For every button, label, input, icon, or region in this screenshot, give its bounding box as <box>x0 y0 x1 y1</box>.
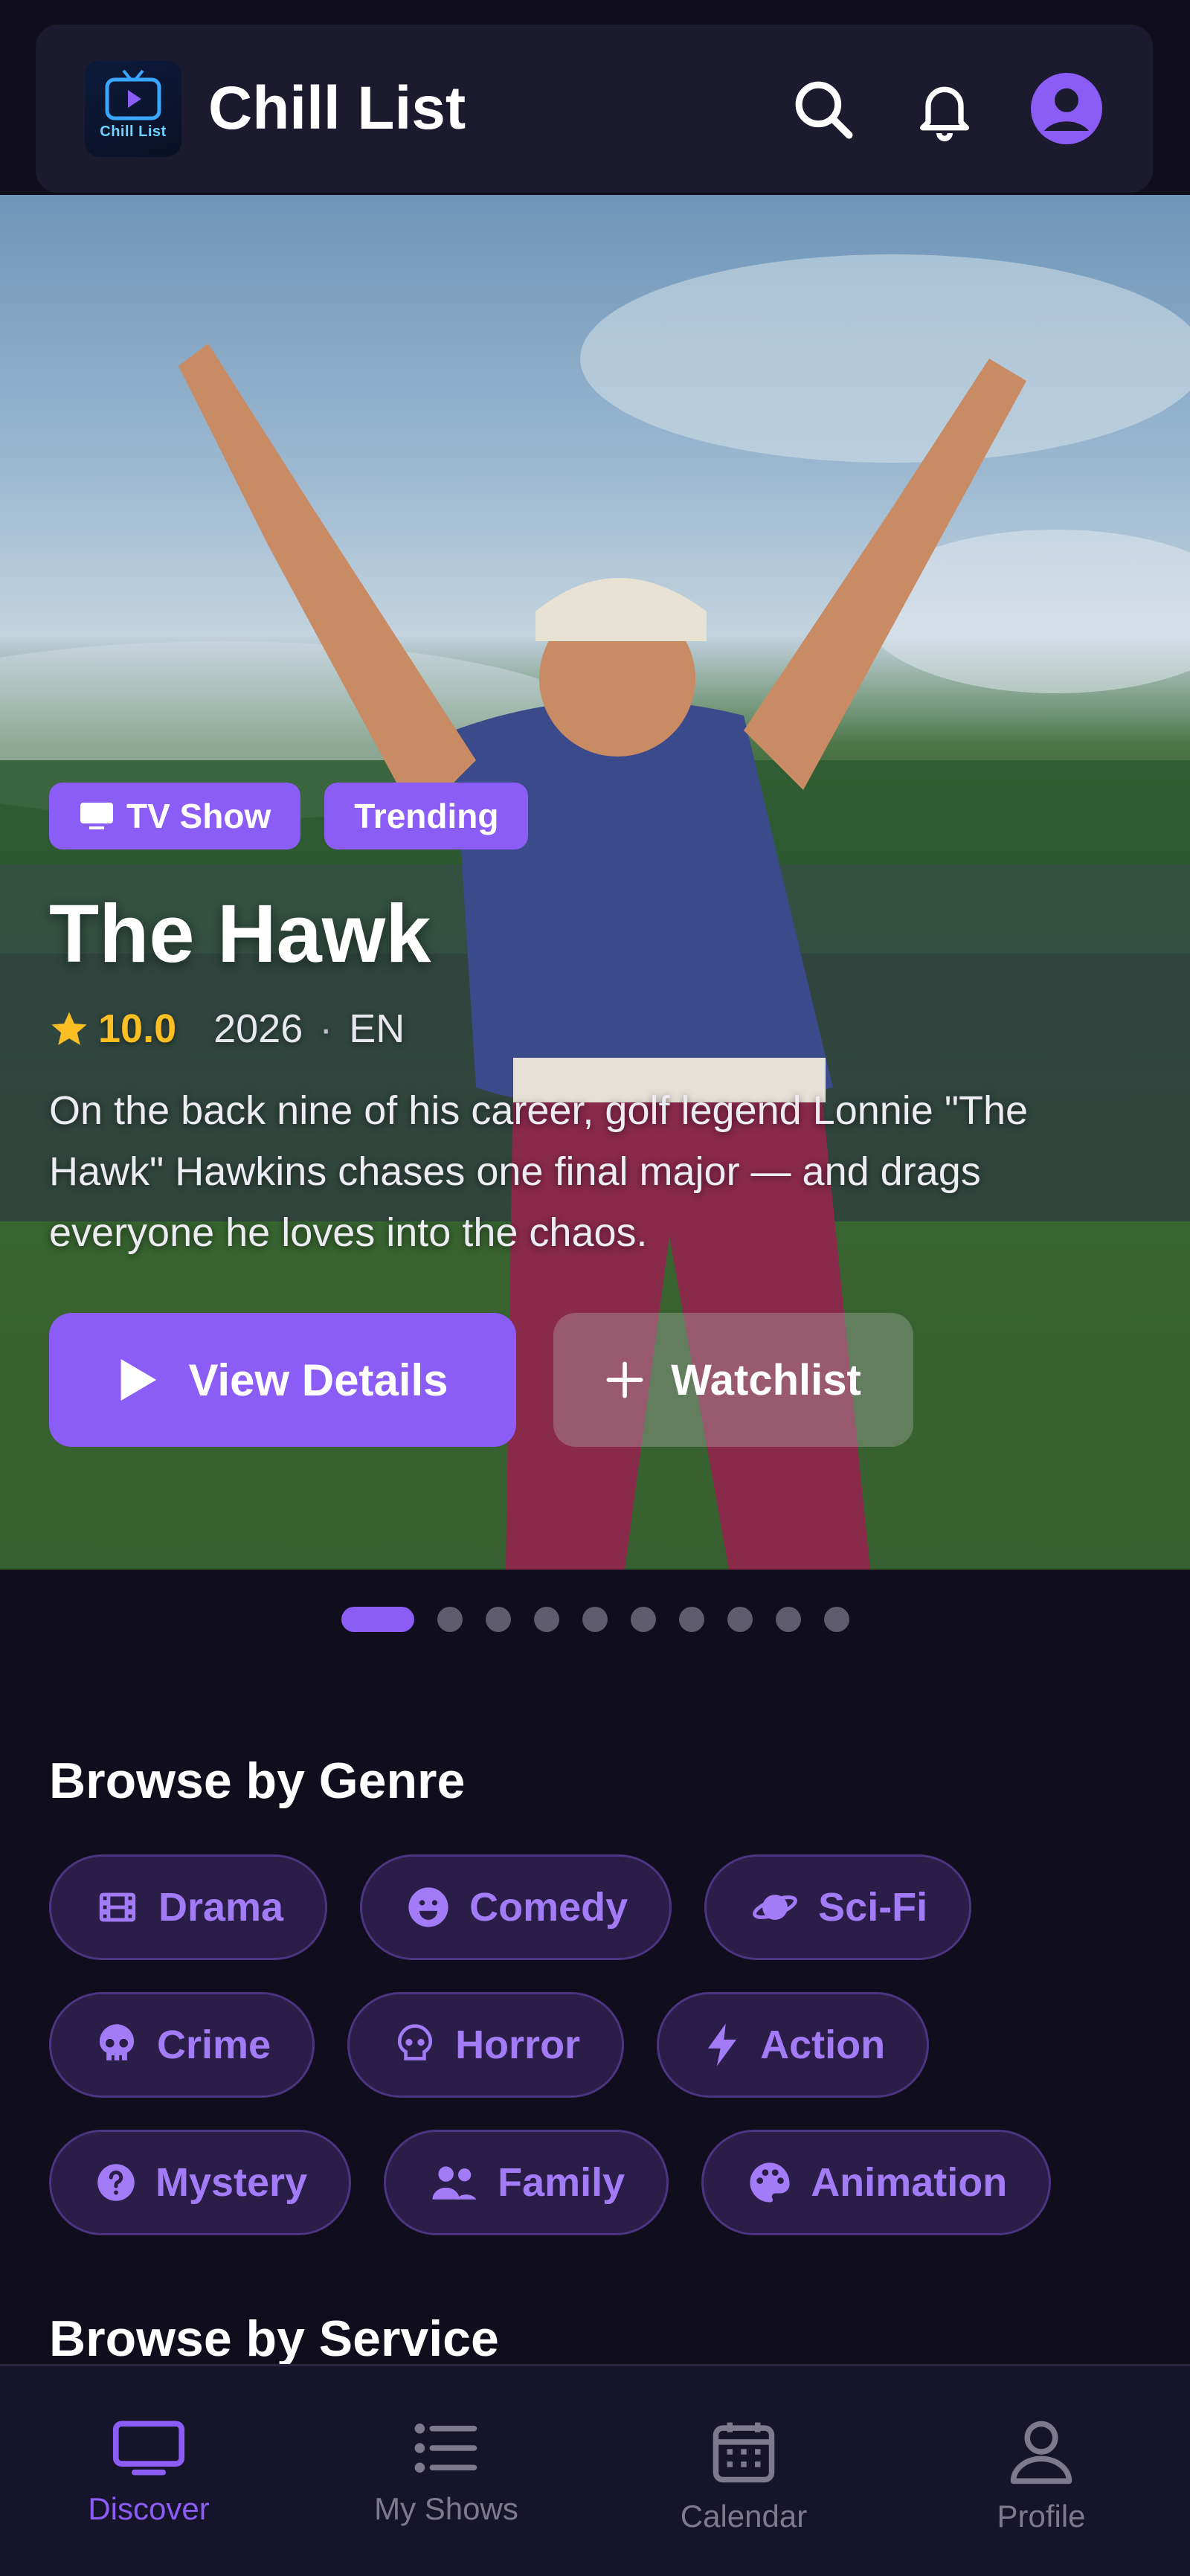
carousel-indicator <box>0 1607 1190 1632</box>
genre-row-1: Drama Comedy Sci-Fi <box>49 1854 972 1960</box>
smile-icon <box>408 1887 448 1927</box>
browse-by-service-title: Browse by Service <box>49 2310 499 2367</box>
carousel-dot[interactable] <box>678 1607 704 1632</box>
bolt-icon <box>708 2023 737 2066</box>
nav-discover[interactable]: Discover <box>37 2418 260 2527</box>
watchlist-label: Watchlist <box>671 1355 861 1404</box>
hero-actions: View Details Watchlist <box>49 1313 913 1447</box>
skull-icon <box>99 2024 135 2061</box>
plus-icon <box>606 1361 643 1398</box>
carousel-dot[interactable] <box>437 1607 463 1632</box>
release-year: 2026 <box>213 1006 303 1051</box>
carousel-dot[interactable] <box>823 1607 849 1632</box>
people-icon <box>432 2166 477 2200</box>
question-icon <box>97 2164 135 2201</box>
header-actions <box>785 71 1104 146</box>
film-icon <box>99 1892 136 1922</box>
nav-label: Calendar <box>680 2499 808 2534</box>
carousel-dot[interactable] <box>775 1607 801 1632</box>
hero-title: The Hawk <box>49 888 431 980</box>
genre-chip-drama[interactable]: Drama <box>49 1854 328 1960</box>
nav-label: Discover <box>88 2491 210 2526</box>
search-icon <box>795 81 853 139</box>
genre-row-2: Crime Horror Action <box>49 1992 930 2098</box>
carousel-dot[interactable] <box>630 1607 656 1632</box>
rating-value: 10.0 <box>98 1006 177 1051</box>
app-header: Chill List Chill List <box>36 25 1153 193</box>
nav-profile[interactable]: Profile <box>930 2418 1153 2534</box>
genre-label: Comedy <box>469 1885 628 1930</box>
notifications-button[interactable] <box>907 71 982 146</box>
bell-icon <box>920 86 969 141</box>
badge-trending: Trending <box>324 783 529 849</box>
calendar-icon <box>713 2422 775 2483</box>
badge-label: Trending <box>354 797 499 835</box>
hero-badges: TV Show Trending <box>49 783 529 849</box>
meta-separator: · <box>319 1006 333 1051</box>
bottom-navigation: Discover My Shows Calendar Profile <box>0 2364 1190 2576</box>
genre-chip-animation[interactable]: Animation <box>701 2130 1052 2235</box>
play-icon <box>121 1359 157 1401</box>
genre-chip-mystery[interactable]: Mystery <box>49 2130 352 2235</box>
genre-chip-family[interactable]: Family <box>384 2130 669 2235</box>
view-details-label: View Details <box>188 1355 448 1405</box>
carousel-dot[interactable] <box>533 1607 559 1632</box>
carousel-dot[interactable] <box>582 1607 608 1632</box>
genre-row-3: Mystery Family Animation <box>49 2130 1052 2235</box>
skull-outline-icon <box>397 2024 433 2061</box>
genre-chip-sci-fi[interactable]: Sci-Fi <box>704 1854 972 1960</box>
badge-label: TV Show <box>126 797 271 835</box>
genre-label: Mystery <box>155 2160 308 2205</box>
logo-tv-icon <box>105 69 161 121</box>
nav-label: My Shows <box>374 2491 518 2526</box>
logo-text: Chill List <box>100 123 167 140</box>
genre-label: Horror <box>455 2023 581 2067</box>
genre-chip-horror[interactable]: Horror <box>347 1992 625 2098</box>
rating: 10.0 <box>49 1006 176 1052</box>
app-logo[interactable]: Chill List <box>85 60 181 157</box>
genre-label: Animation <box>811 2160 1008 2205</box>
genre-label: Crime <box>157 2023 271 2067</box>
nav-calendar[interactable]: Calendar <box>632 2418 855 2534</box>
user-avatar-icon <box>1031 73 1102 144</box>
hero-banner[interactable]: TV Show Trending The Hawk 10.0 2026 · EN… <box>0 195 1190 1570</box>
genre-label: Action <box>760 2023 886 2067</box>
carousel-dot[interactable] <box>485 1607 511 1632</box>
genre-chip-comedy[interactable]: Comedy <box>360 1854 672 1960</box>
carousel-dot-active[interactable] <box>341 1607 414 1632</box>
language: EN <box>349 1006 405 1051</box>
star-icon <box>51 1012 87 1045</box>
nav-my-shows[interactable]: My Shows <box>335 2418 558 2527</box>
nav-label: Profile <box>997 2499 1086 2534</box>
hero-meta: 10.0 2026 · EN <box>49 1006 405 1052</box>
genre-label: Family <box>498 2160 625 2205</box>
tv-icon <box>80 803 113 829</box>
app-root: TV Show Trending The Hawk 10.0 2026 · EN… <box>0 0 1190 2576</box>
planet-icon <box>753 1895 798 1920</box>
genre-label: Drama <box>158 1885 284 1930</box>
genre-chip-crime[interactable]: Crime <box>49 1992 315 2098</box>
profile-avatar-button[interactable] <box>1029 71 1104 146</box>
list-icon <box>414 2424 477 2473</box>
palette-icon <box>750 2162 790 2203</box>
tv-icon <box>112 2421 185 2476</box>
app-title: Chill List <box>208 74 466 142</box>
genre-label: Sci-Fi <box>818 1885 928 1930</box>
carousel-dot[interactable] <box>727 1607 753 1632</box>
hero-description: On the back nine of his career, golf leg… <box>49 1088 1029 1255</box>
add-to-watchlist-button[interactable]: Watchlist <box>553 1313 913 1447</box>
person-icon <box>1010 2421 1072 2485</box>
view-details-button[interactable]: View Details <box>49 1313 516 1447</box>
genre-chip-action[interactable]: Action <box>657 1992 930 2098</box>
browse-by-genre-title: Browse by Genre <box>49 1753 466 1809</box>
badge-tv-show: TV Show <box>49 783 301 849</box>
search-button[interactable] <box>785 71 860 146</box>
